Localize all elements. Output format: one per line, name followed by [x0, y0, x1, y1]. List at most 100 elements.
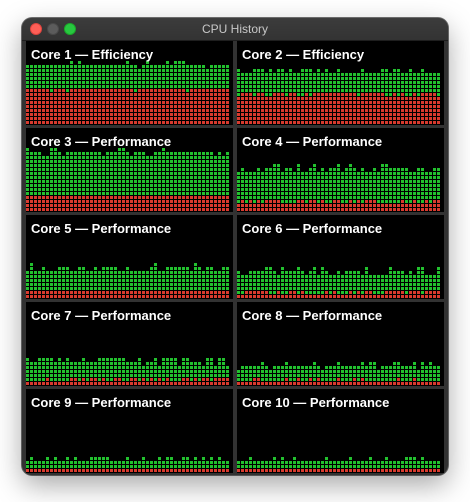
core-10-sample-8 [265, 461, 268, 472]
user-load-cell [409, 73, 412, 76]
system-load-cell [42, 200, 45, 203]
user-load-cell [357, 192, 360, 195]
core-9-sample-32 [150, 461, 153, 472]
system-load-cell [409, 382, 412, 385]
user-load-cell [94, 279, 97, 282]
user-load-cell [62, 192, 65, 195]
user-load-cell [114, 85, 117, 88]
system-load-cell [166, 89, 169, 92]
system-load-cell [150, 382, 153, 385]
system-load-cell [417, 113, 420, 116]
system-load-cell [194, 378, 197, 381]
system-load-cell [373, 113, 376, 116]
system-load-cell [118, 117, 121, 120]
system-load-cell [341, 93, 344, 96]
user-load-cell [142, 192, 145, 195]
core-1-sample-34 [158, 65, 161, 124]
user-load-cell [377, 374, 380, 377]
system-load-cell [194, 117, 197, 120]
system-load-cell [70, 208, 73, 211]
user-load-cell [421, 73, 424, 76]
core-3-sample-17 [90, 152, 93, 211]
system-load-cell [46, 378, 49, 381]
system-load-cell [90, 121, 93, 124]
system-load-cell [122, 295, 125, 298]
system-load-cell [305, 208, 308, 211]
user-load-cell [30, 192, 33, 195]
user-load-cell [110, 184, 113, 187]
user-load-cell [26, 461, 29, 464]
user-load-cell [78, 77, 81, 80]
user-load-cell [70, 172, 73, 175]
system-load-cell [345, 101, 348, 104]
user-load-cell [86, 164, 89, 167]
user-load-cell [261, 200, 264, 203]
system-load-cell [46, 121, 49, 124]
user-load-cell [333, 275, 336, 278]
user-load-cell [321, 287, 324, 290]
system-load-cell [214, 117, 217, 120]
user-load-cell [361, 196, 364, 199]
user-load-cell [425, 184, 428, 187]
core-10-graph: Core 10 — Performance [237, 389, 444, 473]
system-load-cell [158, 105, 161, 108]
core-10-sample-18 [305, 461, 308, 472]
system-load-cell [50, 208, 53, 211]
system-load-cell [393, 105, 396, 108]
user-load-cell [114, 172, 117, 175]
system-load-cell [34, 208, 37, 211]
user-load-cell [381, 287, 384, 290]
user-load-cell [269, 465, 272, 468]
user-load-cell [341, 180, 344, 183]
user-load-cell [413, 81, 416, 84]
user-load-cell [353, 180, 356, 183]
core-9-sample-48 [214, 461, 217, 472]
system-load-cell [433, 109, 436, 112]
user-load-cell [82, 180, 85, 183]
user-load-cell [122, 168, 125, 171]
user-load-cell [293, 89, 296, 92]
system-load-cell [194, 469, 197, 472]
user-load-cell [349, 184, 352, 187]
user-load-cell [385, 69, 388, 72]
user-load-cell [178, 61, 181, 64]
system-load-cell [50, 117, 53, 120]
core-3-sample-11 [66, 152, 69, 211]
system-load-cell [349, 469, 352, 472]
user-load-cell [54, 85, 57, 88]
user-load-cell [82, 81, 85, 84]
system-load-cell [273, 117, 276, 120]
system-load-cell [433, 97, 436, 100]
user-load-cell [198, 69, 201, 72]
core-4-sample-15 [293, 172, 296, 211]
system-load-cell [293, 105, 296, 108]
user-load-cell [401, 287, 404, 290]
user-load-cell [393, 275, 396, 278]
user-load-cell [237, 176, 240, 179]
user-load-cell [146, 69, 149, 72]
system-load-cell [178, 295, 181, 298]
user-load-cell [50, 461, 53, 464]
system-load-cell [50, 196, 53, 199]
user-load-cell [245, 176, 248, 179]
system-load-cell [397, 109, 400, 112]
core-5-sample-28 [134, 271, 137, 298]
core-8-sample-21 [317, 366, 320, 385]
user-load-cell [158, 283, 161, 286]
system-load-cell [198, 105, 201, 108]
user-load-cell [293, 271, 296, 274]
user-load-cell [421, 362, 424, 365]
system-load-cell [281, 93, 284, 96]
title-bar[interactable]: CPU History [22, 18, 448, 41]
user-load-cell [401, 180, 404, 183]
user-load-cell [265, 196, 268, 199]
user-load-cell [373, 370, 376, 373]
core-8-sample-31 [357, 366, 360, 385]
system-load-cell [58, 200, 61, 203]
user-load-cell [241, 279, 244, 282]
user-load-cell [353, 287, 356, 290]
user-load-cell [162, 362, 165, 365]
system-load-cell [325, 382, 328, 385]
user-load-cell [222, 160, 225, 163]
core-7-sample-1 [26, 358, 29, 385]
